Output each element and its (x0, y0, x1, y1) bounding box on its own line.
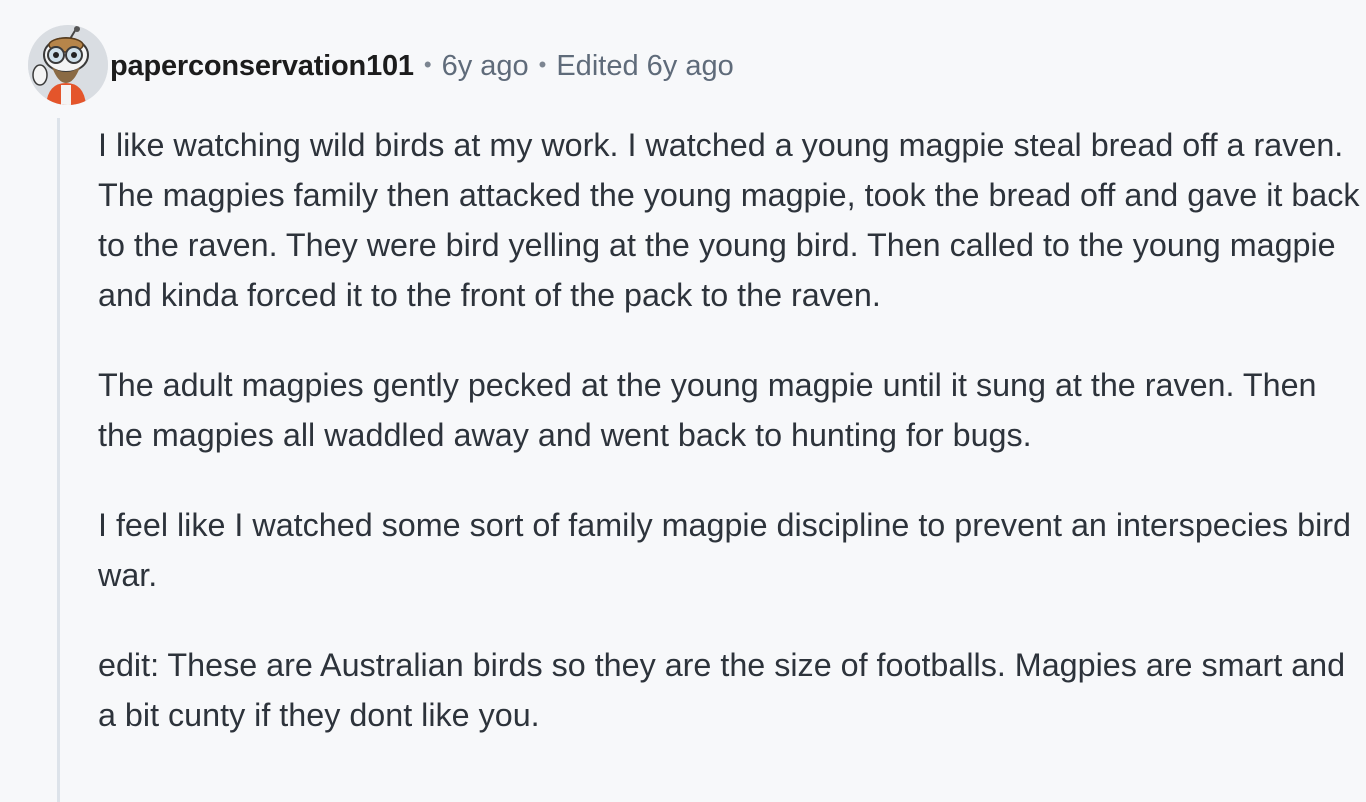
comment-paragraph: The adult magpies gently pecked at the y… (98, 367, 1317, 453)
comment: paperconservation101 • 6y ago • Edited 6… (0, 0, 1366, 802)
meta-separator: • (423, 52, 432, 77)
comment-paragraph: I like watching wild birds at my work. I… (98, 127, 1360, 313)
comment-meta: paperconservation101 • 6y ago • Edited 6… (110, 44, 734, 88)
comment-paragraph: I feel like I watched some sort of famil… (98, 507, 1352, 593)
comment-paragraph: edit: These are Australian birds so they… (98, 647, 1346, 733)
snoo-avatar-icon (28, 25, 108, 105)
comment-body: I like watching wild birds at my work. I… (98, 120, 1360, 780)
meta-separator: • (538, 52, 547, 77)
user-avatar[interactable] (28, 25, 108, 105)
username-link[interactable]: paperconservation101 (110, 50, 414, 83)
comment-timestamp[interactable]: 6y ago (442, 50, 529, 83)
thread-collapse-line[interactable] (57, 118, 60, 802)
edited-timestamp: Edited 6y ago (556, 49, 734, 82)
